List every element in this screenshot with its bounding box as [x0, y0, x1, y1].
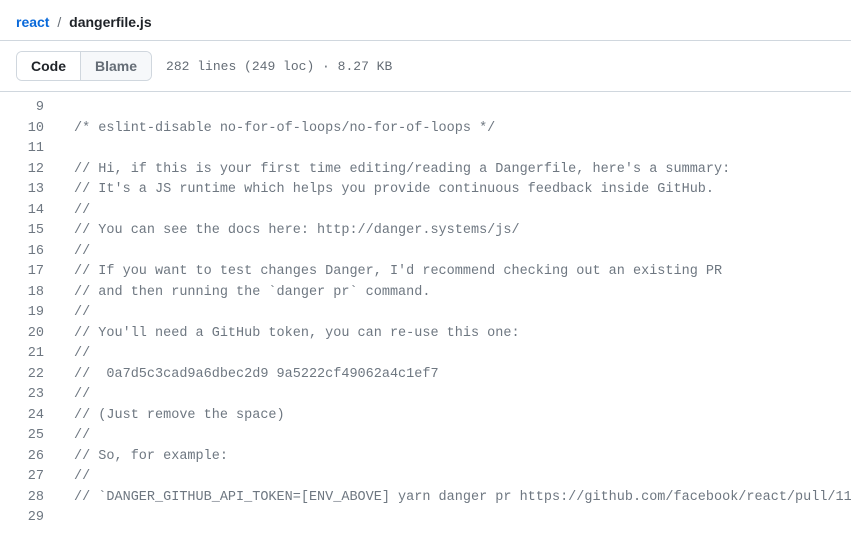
code-view: 9101112131415161718192021222324252627282… [0, 92, 851, 535]
breadcrumb: react / dangerfile.js [0, 0, 851, 41]
line-number-gutter: 9101112131415161718192021222324252627282… [0, 92, 62, 535]
code-line: // [74, 201, 851, 222]
line-number[interactable]: 14 [0, 201, 52, 222]
tab-code[interactable]: Code [17, 52, 80, 80]
line-number[interactable]: 15 [0, 221, 52, 242]
line-number[interactable]: 17 [0, 262, 52, 283]
code-line: // Hi, if this is your first time editin… [74, 160, 851, 181]
code-line: // You can see the docs here: http://dan… [74, 221, 851, 242]
view-tabs: Code Blame [16, 51, 152, 81]
code-line: // So, for example: [74, 447, 851, 468]
line-number[interactable]: 26 [0, 447, 52, 468]
code-line: // [74, 426, 851, 447]
line-number[interactable]: 27 [0, 467, 52, 488]
line-number[interactable]: 12 [0, 160, 52, 181]
code-line: // If you want to test changes Danger, I… [74, 262, 851, 283]
line-number[interactable]: 10 [0, 119, 52, 140]
line-number[interactable]: 13 [0, 180, 52, 201]
code-line [74, 139, 851, 160]
code-line: // 0a7d5c3cad9a6dbec2d9 9a5222cf49062a4c… [74, 365, 851, 386]
tab-blame[interactable]: Blame [80, 52, 151, 80]
line-number[interactable]: 20 [0, 324, 52, 345]
file-toolbar: Code Blame 282 lines (249 loc) · 8.27 KB [0, 41, 851, 92]
code-line: // [74, 303, 851, 324]
line-number[interactable]: 11 [0, 139, 52, 160]
code-content: /* eslint-disable no-for-of-loops/no-for… [62, 92, 851, 535]
line-number[interactable]: 23 [0, 385, 52, 406]
line-number[interactable]: 18 [0, 283, 52, 304]
breadcrumb-repo-link[interactable]: react [16, 14, 49, 30]
breadcrumb-filename: dangerfile.js [69, 14, 151, 30]
line-number[interactable]: 24 [0, 406, 52, 427]
code-line: /* eslint-disable no-for-of-loops/no-for… [74, 119, 851, 140]
code-line: // [74, 242, 851, 263]
line-number[interactable]: 19 [0, 303, 52, 324]
code-line: // `DANGER_GITHUB_API_TOKEN=[ENV_ABOVE] … [74, 488, 851, 509]
line-number[interactable]: 9 [0, 98, 52, 119]
code-line [74, 508, 851, 529]
code-line: // [74, 344, 851, 365]
code-line: // You'll need a GitHub token, you can r… [74, 324, 851, 345]
code-line: // It's a JS runtime which helps you pro… [74, 180, 851, 201]
code-line: // [74, 385, 851, 406]
code-line: // and then running the `danger pr` comm… [74, 283, 851, 304]
line-number[interactable]: 29 [0, 508, 52, 529]
line-number[interactable]: 22 [0, 365, 52, 386]
code-line: // [74, 467, 851, 488]
line-number[interactable]: 28 [0, 488, 52, 509]
file-info: 282 lines (249 loc) · 8.27 KB [166, 59, 392, 74]
line-number[interactable]: 21 [0, 344, 52, 365]
code-line [74, 98, 851, 119]
line-number[interactable]: 25 [0, 426, 52, 447]
breadcrumb-separator: / [57, 14, 61, 30]
code-line: // (Just remove the space) [74, 406, 851, 427]
line-number[interactable]: 16 [0, 242, 52, 263]
